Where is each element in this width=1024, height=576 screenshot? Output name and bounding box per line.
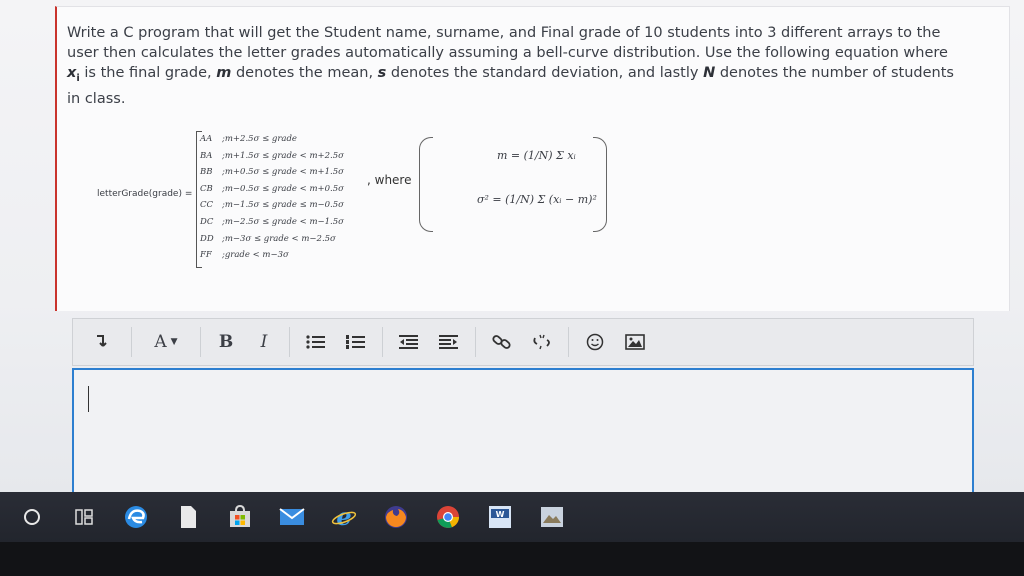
file-icon[interactable] <box>162 495 214 539</box>
case-grade-label: CB <box>200 183 213 194</box>
link-icon[interactable] <box>482 327 522 357</box>
monitor-bezel <box>0 542 1024 576</box>
toolbar-separator <box>568 327 569 357</box>
editor-toolbar: A ▼ B I <box>72 318 974 366</box>
variance-formula: σ² = (1/N) Σ (xᵢ − m)² <box>477 193 597 206</box>
windows-taskbar: e W <box>0 492 1024 542</box>
grade-case-row: CC ;m−1.5σ ≤ grade ≤ m−0.5σ <box>200 197 400 214</box>
answer-text-editor[interactable] <box>72 368 974 498</box>
case-condition: ;m−2.5σ ≤ grade < m−1.5σ <box>222 216 344 227</box>
unlink-icon[interactable] <box>522 327 562 357</box>
paragraph-indent-icon[interactable] <box>77 327 125 357</box>
case-condition: ;m−3σ ≤ grade < m−2.5σ <box>222 233 336 244</box>
emoji-icon[interactable] <box>575 327 615 357</box>
toolbar-separator <box>475 327 476 357</box>
mail-icon[interactable] <box>266 495 318 539</box>
grade-equation-image: letterGrade(grade) = AA ;m+2.5σ ≤ grade BA… <box>97 125 637 285</box>
question-text: Write a C program that will get the Stud… <box>67 23 992 109</box>
svg-text:e: e <box>336 504 351 530</box>
case-condition: ;grade < m−3σ <box>222 250 289 261</box>
outdent-icon[interactable] <box>389 327 429 357</box>
svg-text:W: W <box>496 510 505 519</box>
right-paren <box>593 137 607 232</box>
mean-formula: m = (1/N) Σ xᵢ <box>497 149 576 162</box>
case-grade-label: DD <box>200 233 214 244</box>
case-grade-label: BA <box>200 150 213 161</box>
word-icon[interactable]: W <box>474 495 526 539</box>
case-grade-label: BB <box>200 167 213 178</box>
grade-case-row: DC ;m−2.5σ ≤ grade < m−1.5σ <box>200 214 400 231</box>
case-grade-label: AA <box>200 134 213 144</box>
grade-case-row: DD ;m−3σ ≤ grade < m−2.5σ <box>200 231 400 248</box>
edge-icon[interactable] <box>110 495 162 539</box>
question-line-1: Write a C program that will get the Stud… <box>67 25 941 41</box>
chevron-down-icon: ▼ <box>170 337 178 347</box>
equation-function-label: letterGrade(grade) = <box>97 189 193 199</box>
case-condition: ;m+2.5σ ≤ grade <box>222 134 297 144</box>
italic-button[interactable]: I <box>245 327 283 357</box>
grade-cases: AA ;m+2.5σ ≤ grade BA ;m+1.5σ ≤ grade < m+2… <box>200 131 400 264</box>
question-line-2: user then calculates the letter grades a… <box>67 45 948 61</box>
toolbar-separator <box>289 327 290 357</box>
case-condition: ;m+1.5σ ≤ grade < m+2.5σ <box>222 150 344 161</box>
numbered-list-icon[interactable] <box>336 327 376 357</box>
task-view-icon[interactable] <box>58 495 110 539</box>
text-caret <box>88 386 89 412</box>
bold-button[interactable]: B <box>207 327 245 357</box>
start-icon[interactable] <box>6 495 58 539</box>
store-icon[interactable] <box>214 495 266 539</box>
browser-page: Write a C program that will get the Stud… <box>0 0 1024 500</box>
case-grade-label: CC <box>200 200 214 211</box>
firefox-icon[interactable] <box>370 495 422 539</box>
case-grade-label: DC <box>200 216 214 227</box>
toolbar-separator <box>200 327 201 357</box>
font-color-button[interactable]: A ▼ <box>138 327 194 357</box>
case-condition: ;m+0.5σ ≤ grade < m+1.5σ <box>222 167 344 178</box>
left-paren <box>419 137 433 232</box>
question-card: Write a C program that will get the Stud… <box>55 6 1010 311</box>
chrome-icon[interactable] <box>422 495 474 539</box>
image-icon[interactable] <box>615 327 655 357</box>
toolbar-separator <box>131 327 132 357</box>
case-condition: ;m−1.5σ ≤ grade ≤ m−0.5σ <box>222 200 344 211</box>
ie-icon[interactable]: e <box>318 495 370 539</box>
toolbar-separator <box>382 327 383 357</box>
case-grade-label: FF <box>200 250 212 261</box>
indent-icon[interactable] <box>429 327 469 357</box>
grade-case-row: BA ;m+1.5σ ≤ grade < m+2.5σ <box>200 148 400 165</box>
image-viewer-icon[interactable] <box>526 495 578 539</box>
case-condition: ;m−0.5σ ≤ grade < m+0.5σ <box>222 183 344 194</box>
question-line-4: in class. <box>67 90 126 107</box>
question-line-3: xi is the final grade, m denotes the mea… <box>67 65 954 84</box>
bullet-list-icon[interactable] <box>296 327 336 357</box>
grade-case-row: FF ;grade < m−3σ <box>200 247 400 264</box>
where-label: , where <box>367 173 412 187</box>
grade-case-row: AA ;m+2.5σ ≤ grade <box>200 131 400 148</box>
